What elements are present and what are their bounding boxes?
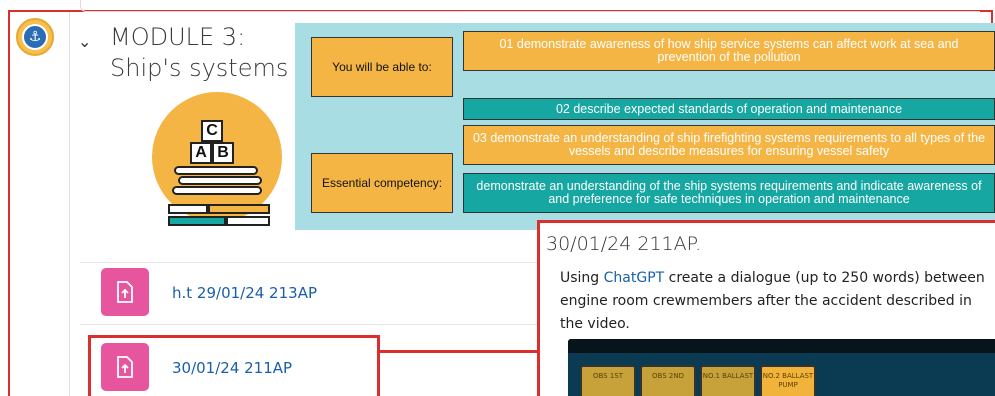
books-illustration: C A B [152, 92, 292, 230]
panel-button-3: NO.1 BALLAST [700, 365, 756, 396]
popup-description: Using ChatGPT create a dialogue (up to 2… [560, 267, 990, 336]
objective-03: 03 demonstrate an understanding of ship … [463, 125, 995, 165]
competency-text: demonstrate an understanding of the ship… [463, 173, 995, 213]
book-7 [226, 216, 270, 226]
block-b: B [212, 142, 234, 164]
block-a: A [190, 142, 212, 164]
popup-text-start: Using [560, 270, 604, 286]
panel-button-4: NO.2 BALLAST PUMP [760, 365, 816, 396]
left-rail: ⚓ [10, 12, 70, 396]
file-upload-icon[interactable] [101, 268, 149, 316]
block-c: C [201, 120, 223, 142]
activity-separator-2 [80, 324, 540, 325]
activity-popup: 30/01/24 211AP. Using ChatGPT create a d… [537, 220, 995, 396]
module-title-line1: MODULE 3: [110, 23, 246, 51]
panel-button-1: OBS 1ST [580, 365, 636, 396]
highlight-connector [380, 350, 538, 353]
competency-label: Essential competency: [311, 153, 453, 213]
anchor-icon: ⚓ [22, 24, 48, 50]
video-player[interactable]: OBS 1ST OBS 2ND NO.1 BALLAST NO.2 BALLAS… [568, 339, 995, 396]
collapse-chevron-icon[interactable]: ⌄ [78, 32, 91, 51]
activity-link-1[interactable]: h.t 29/01/24 213AP [172, 284, 317, 302]
book-5 [208, 204, 270, 214]
video-top-bar [568, 339, 995, 353]
objective-02: 02 describe expected standards of operat… [463, 98, 995, 120]
module-title: MODULE 3: Ship's systems [110, 22, 288, 84]
section-divider [80, 0, 980, 12]
objective-01: 01 demonstrate awareness of how ship ser… [463, 31, 995, 71]
book-2 [178, 176, 262, 185]
objectives-panel: You will be able to: Essential competenc… [295, 23, 995, 230]
module-title-line2: Ship's systems [110, 54, 289, 82]
site-logo[interactable]: ⚓ [16, 18, 54, 56]
chatgpt-link[interactable]: ChatGPT [604, 270, 665, 286]
book-3 [172, 186, 262, 195]
book-1 [174, 166, 258, 175]
popup-title: 30/01/24 211AP. [546, 233, 702, 255]
able-to-label: You will be able to: [311, 37, 453, 97]
highlight-box [88, 335, 380, 396]
activity-separator [80, 262, 540, 263]
panel-button-2: OBS 2ND [640, 365, 696, 396]
book-6 [168, 216, 226, 226]
book-4 [168, 204, 208, 214]
